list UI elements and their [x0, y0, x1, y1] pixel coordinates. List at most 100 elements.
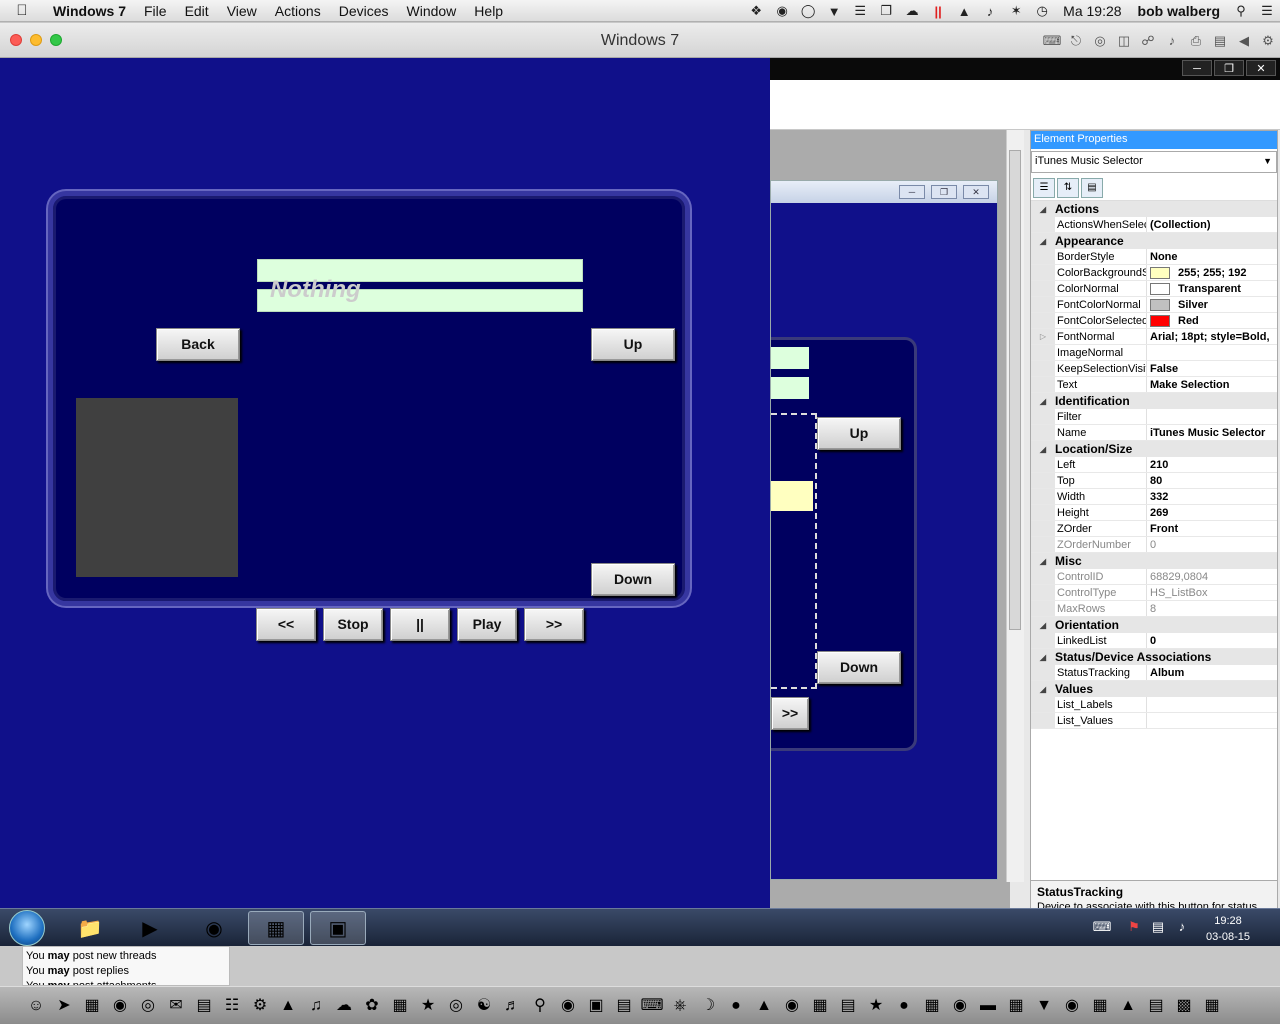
rewind-button[interactable]: << [256, 608, 316, 641]
dock-app-icon[interactable]: ◎ [444, 993, 468, 1019]
dock-app-icon[interactable]: ⚲ [528, 993, 552, 1019]
property-row[interactable]: Filter [1031, 409, 1277, 425]
dock-app-icon[interactable]: ◉ [556, 993, 580, 1019]
down-button[interactable]: Down [591, 563, 675, 596]
collapse-triangle-icon[interactable]: ◢ [1031, 397, 1055, 406]
dock-app-icon[interactable]: ➤ [52, 993, 76, 1019]
menu-clock[interactable]: Ma 19:28 [1055, 3, 1129, 19]
window-icon[interactable]: ❐ [873, 2, 899, 20]
property-row[interactable]: ActionsWhenSelec (Collection) [1031, 217, 1277, 233]
property-row[interactable]: MaxRows 8 [1031, 601, 1277, 617]
dock-app-icon[interactable]: ◎ [136, 993, 160, 1019]
dock-app-icon[interactable]: ☽ [696, 993, 720, 1019]
property-value[interactable] [1147, 697, 1277, 712]
property-value[interactable]: Red [1147, 313, 1277, 328]
dock-app-icon[interactable]: ▲ [276, 993, 300, 1019]
property-row[interactable]: ▷ FontNormal Arial; 18pt; style=Bold, [1031, 329, 1277, 345]
property-category[interactable]: ◢ Identification [1031, 393, 1277, 409]
menu-help[interactable]: Help [465, 3, 512, 19]
dock-app-icon[interactable]: ▲ [1116, 993, 1140, 1019]
property-row[interactable]: ImageNormal [1031, 345, 1277, 361]
collapse-triangle-icon[interactable]: ◢ [1031, 621, 1055, 630]
designer-restore-button[interactable]: ❐ [1214, 60, 1244, 76]
dock-app-icon[interactable]: ▲ [752, 993, 776, 1019]
dock-app-icon[interactable]: ▼ [1032, 993, 1056, 1019]
collapse-triangle-icon[interactable]: ◢ [1031, 685, 1055, 694]
back-button[interactable]: Back [156, 328, 240, 361]
collapse-triangle-icon[interactable]: ◢ [1031, 205, 1055, 214]
usb-icon[interactable]: ⎋ [1064, 33, 1088, 49]
stop-button[interactable]: Stop [323, 608, 383, 641]
notes-icon[interactable]: ☰ [847, 2, 873, 20]
fast-forward-button[interactable]: >> [524, 608, 584, 641]
property-value[interactable] [1147, 713, 1277, 728]
menu-devices[interactable]: Devices [330, 3, 398, 19]
form-up-button[interactable]: Up [817, 417, 901, 450]
keyboard-tray-icon[interactable]: ⌨ [1092, 919, 1112, 935]
dock-app-icon[interactable]: ★ [416, 993, 440, 1019]
action-center-flag-icon[interactable]: ⚑ [1124, 919, 1144, 935]
property-category[interactable]: ◢ Status/Device Associations [1031, 649, 1277, 665]
property-row[interactable]: FontColorSelected Red [1031, 313, 1277, 329]
media-player-icon[interactable]: ▶ [122, 911, 178, 945]
element-selector-dropdown[interactable]: iTunes Music Selector ▼ [1031, 151, 1277, 173]
dock-app-icon[interactable]: ▤ [192, 993, 216, 1019]
dock-app-icon[interactable]: ▦ [1200, 993, 1224, 1019]
keyboard-icon[interactable]: ⌨ [1040, 33, 1064, 49]
settings-gear-icon[interactable]: ⚙ [1256, 33, 1280, 49]
dock-app-icon[interactable]: ◉ [948, 993, 972, 1019]
dock-app-icon[interactable]: ▦ [1088, 993, 1112, 1019]
form-next-button[interactable]: >> [771, 697, 809, 730]
property-row[interactable]: BorderStyle None [1031, 249, 1277, 265]
dock-app-icon[interactable]: ● [724, 993, 748, 1019]
play-button[interactable]: Play [457, 608, 517, 641]
property-category[interactable]: ◢ Orientation [1031, 617, 1277, 633]
cd-icon[interactable]: ◎ [1088, 33, 1112, 49]
form-down-button[interactable]: Down [817, 651, 901, 684]
property-value[interactable]: Arial; 18pt; style=Bold, [1147, 329, 1277, 344]
firefox-icon[interactable]: ◉ [186, 911, 242, 945]
dock-app-icon[interactable]: ▬ [976, 993, 1000, 1019]
wifi-icon[interactable]: ▲ [951, 2, 977, 20]
property-row[interactable]: LinkedList 0 [1031, 633, 1277, 649]
property-row[interactable]: FontColorNormal Silver [1031, 297, 1277, 313]
property-value[interactable]: 68829,0804 [1147, 569, 1277, 584]
property-value[interactable]: HS_ListBox [1147, 585, 1277, 600]
back-arrow-icon[interactable]: ◀ [1232, 33, 1256, 49]
search-icon[interactable]: ⚲ [1228, 2, 1254, 20]
vpn-icon[interactable]: ▼ [821, 2, 847, 20]
menu-view[interactable]: View [218, 3, 266, 19]
property-row[interactable]: Text Make Selection [1031, 377, 1277, 393]
sound-icon[interactable]: ♪ [1160, 33, 1184, 49]
menu-file[interactable]: File [135, 3, 176, 19]
dock-app-icon[interactable]: ▦ [80, 993, 104, 1019]
property-row[interactable]: ColorNormal Transparent [1031, 281, 1277, 297]
property-category[interactable]: ◢ Values [1031, 681, 1277, 697]
up-button[interactable]: Up [591, 328, 675, 361]
property-value[interactable]: None [1147, 249, 1277, 264]
property-value[interactable]: 255; 255; 192 [1147, 265, 1277, 280]
printer-icon[interactable]: ⎙ [1184, 33, 1208, 49]
property-pages-icon[interactable]: ▤ [1081, 177, 1103, 198]
property-row[interactable]: Height 269 [1031, 505, 1277, 521]
property-value[interactable]: False [1147, 361, 1277, 376]
property-row[interactable]: StatusTracking Album [1031, 665, 1277, 681]
dock-app-icon[interactable]: ▦ [808, 993, 832, 1019]
dock-app-icon[interactable]: ◉ [108, 993, 132, 1019]
property-value[interactable]: 0 [1147, 633, 1277, 648]
property-value[interactable] [1147, 345, 1277, 360]
property-category[interactable]: ◢ Appearance [1031, 233, 1277, 249]
dropbox-icon[interactable]: ❖ [743, 2, 769, 20]
property-value[interactable]: Transparent [1147, 281, 1277, 296]
wifi-status-icon[interactable]: ◉ [769, 2, 795, 20]
dock-app-icon[interactable]: ▦ [1004, 993, 1028, 1019]
property-row[interactable]: ControlID 68829,0804 [1031, 569, 1277, 585]
menu-app-name[interactable]: Windows 7 [44, 3, 135, 19]
expand-triangle-icon[interactable]: ▷ [1031, 329, 1055, 344]
property-value[interactable]: Make Selection [1147, 377, 1277, 392]
sync-icon[interactable]: ◯ [795, 2, 821, 20]
pause-button[interactable]: || [390, 608, 450, 641]
network-tray-icon[interactable]: ▤ [1148, 919, 1168, 935]
dock-app-icon[interactable]: ▤ [836, 993, 860, 1019]
dock-app-icon[interactable]: ▤ [612, 993, 636, 1019]
